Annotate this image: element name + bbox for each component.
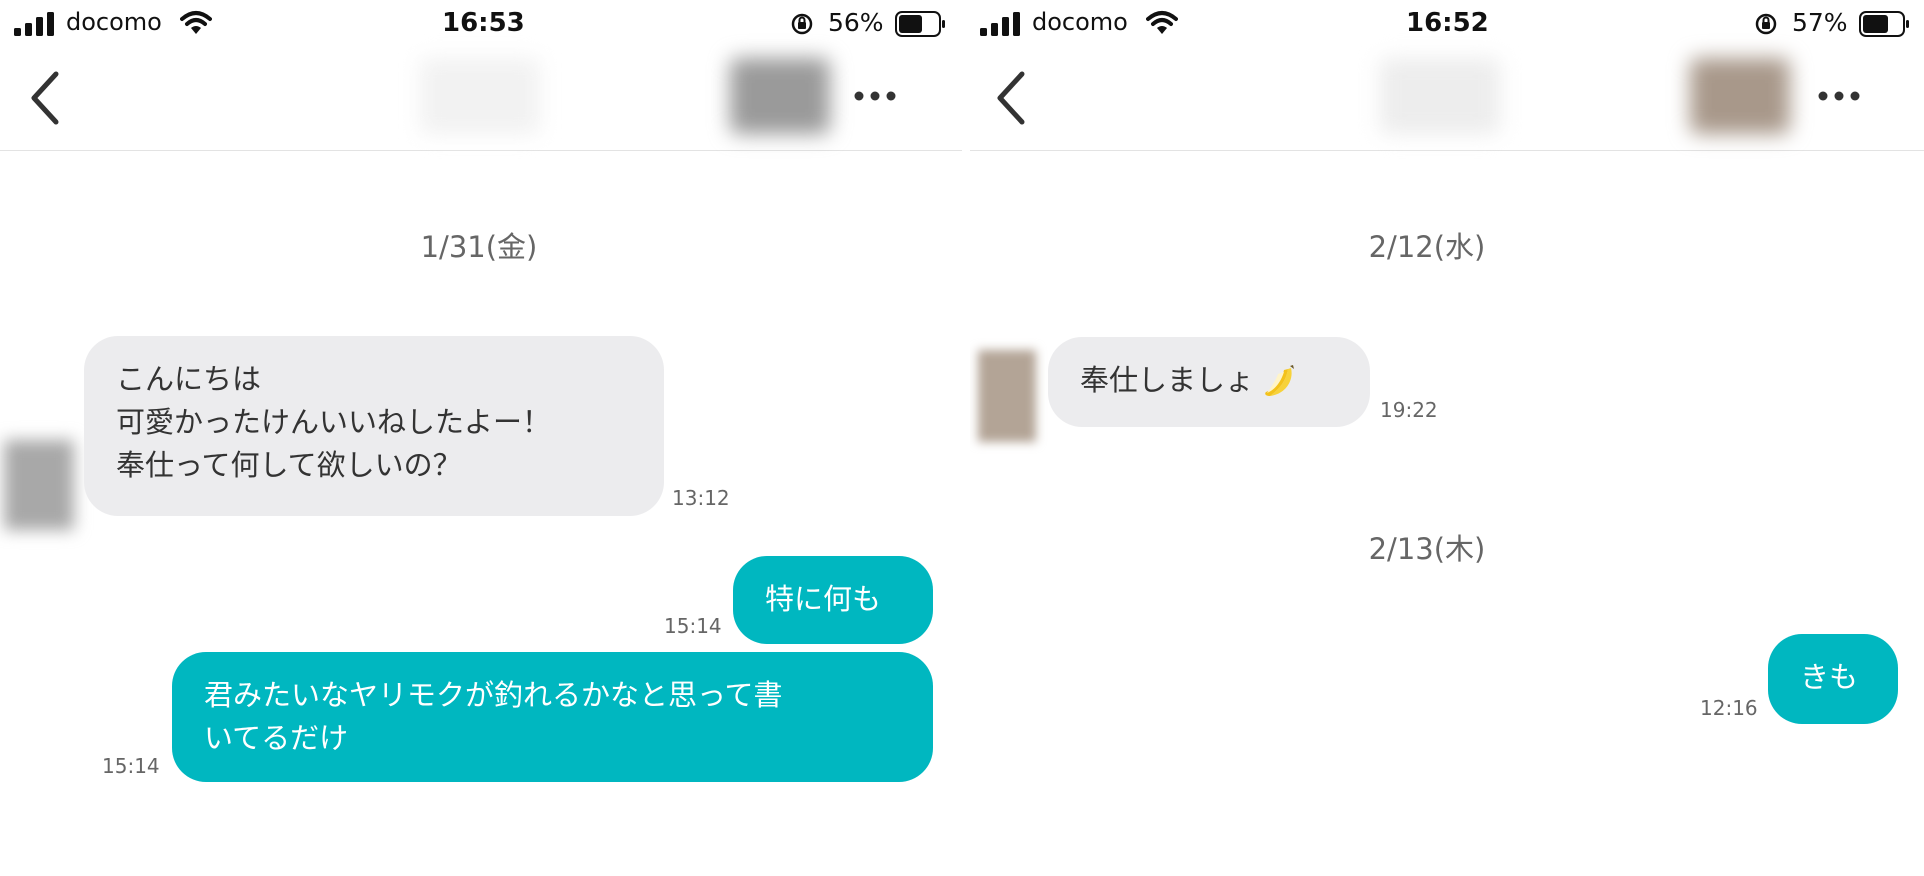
partner-avatar[interactable] [978, 350, 1036, 442]
partner-photo-blurred[interactable] [1690, 58, 1790, 134]
panel-divider [962, 0, 970, 876]
status-time: 16:52 [1406, 8, 1489, 38]
incoming-message: 奉仕しましょ [1048, 337, 1370, 427]
back-chevron-icon[interactable] [28, 70, 64, 126]
orientation-lock-icon [1755, 13, 1777, 35]
signal-icon [980, 12, 1020, 36]
message-time: 15:14 [664, 614, 722, 638]
signal-icon [14, 12, 54, 36]
message-line: 君みたいなヤリモクが釣れるかなと思って書 [204, 678, 783, 712]
partner-avatar[interactable] [4, 440, 74, 530]
more-options-icon[interactable] [853, 90, 897, 102]
message-time: 12:16 [1700, 696, 1758, 720]
message-text: 奉仕しましょ [1080, 363, 1255, 397]
chat-header [970, 48, 1924, 151]
wifi-icon [180, 11, 212, 34]
battery-icon [1859, 11, 1909, 37]
status-bar: docomo 16:52 57% [970, 0, 1924, 46]
message-time: 19:22 [1380, 398, 1438, 422]
message-time: 13:12 [672, 486, 730, 510]
back-chevron-icon[interactable] [994, 70, 1030, 126]
carrier-name: docomo [1032, 8, 1128, 36]
orientation-lock-icon [791, 13, 813, 35]
wifi-icon [1146, 11, 1178, 34]
incoming-message: こんにちは 可愛かったけんいいねしたよー！ 奉仕って何して欲しいの？ [84, 336, 664, 516]
partner-name-blurred [420, 58, 540, 134]
chat-screen-left: docomo 16:53 56% 1/31(金) こんにちは 可愛かったけんいい… [0, 0, 962, 876]
chat-header [0, 48, 962, 151]
banana-emoji [1265, 365, 1295, 396]
message-line: 特に何も [765, 582, 882, 616]
message-line: 奉仕って何して欲しいの？ [116, 448, 462, 482]
message-text: きも [1800, 660, 1859, 694]
battery-percent: 57% [1792, 8, 1848, 37]
partner-name-blurred [1380, 58, 1500, 134]
outgoing-message: 君みたいなヤリモクが釣れるかなと思って書 いてるだけ [172, 652, 933, 782]
carrier-name: docomo [66, 8, 162, 36]
date-separator: 2/12(水) [1368, 230, 1486, 264]
battery-icon [895, 11, 945, 37]
partner-photo-blurred[interactable] [730, 58, 830, 134]
message-line: 可愛かったけんいいねしたよー！ [116, 405, 552, 439]
date-separator: 2/13(木) [1368, 532, 1486, 566]
more-options-icon[interactable] [1817, 90, 1861, 102]
status-time: 16:53 [442, 8, 525, 38]
message-line: いてるだけ [204, 721, 349, 755]
message-line: こんにちは [116, 362, 262, 396]
message-time: 15:14 [102, 754, 160, 778]
status-bar: docomo 16:53 56% [0, 0, 962, 46]
outgoing-message: きも [1768, 634, 1898, 724]
outgoing-message: 特に何も [733, 556, 933, 644]
chat-screen-right: docomo 16:52 57% 2/12(水) 奉仕しましょ 19:22 2/… [970, 0, 1924, 876]
battery-percent: 56% [828, 8, 884, 37]
date-separator: 1/31(金) [420, 230, 538, 264]
